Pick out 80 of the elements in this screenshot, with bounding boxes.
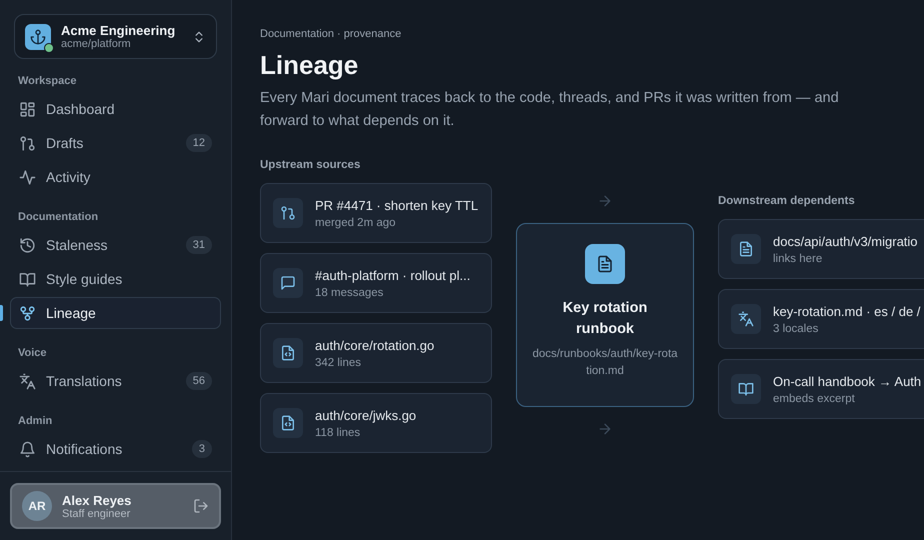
sidebar-item-label: Staleness <box>46 237 108 253</box>
count-badge: 12 <box>186 134 212 152</box>
count-badge: 3 <box>192 440 212 458</box>
sidebar-item-label: Notifications <box>46 441 124 457</box>
card-meta: 342 lines <box>315 356 362 368</box>
lineage-card[interactable]: key-rotation.md · es / de / 3 locales <box>718 289 924 349</box>
lineage-card[interactable]: PR #4471 · shorten key TTL merged 2m ago <box>260 183 492 243</box>
card-title: key-rotation.md · es / de / <box>773 304 920 318</box>
sidebar-item[interactable]: Dashboard <box>10 93 221 125</box>
sidebar-item[interactable]: Notifications 3 <box>10 433 221 465</box>
card-title: docs/api/auth/v3/migratio <box>773 234 918 248</box>
lineage-card[interactable]: auth/core/rotation.go 342 lines <box>260 323 492 383</box>
card-meta: 118 lines <box>315 426 362 438</box>
card-meta: 3 locales <box>773 322 820 334</box>
workspace-switcher[interactable]: Acme Engineering acme/platform <box>14 14 217 59</box>
section-heading: Admin <box>17 414 54 429</box>
lineage-card[interactable]: auth/core/jwks.go 118 lines <box>260 393 492 453</box>
card-meta: links here <box>773 252 824 264</box>
code-file-icon <box>280 415 296 431</box>
sidebar-item[interactable]: Drafts 12 <box>10 127 221 159</box>
card-title: auth/core/rotation.go <box>315 338 434 352</box>
lineage-card[interactable]: On-call handbook → Auth embeds excerpt <box>718 359 924 419</box>
card-meta: 18 messages <box>315 286 384 298</box>
column-heading: Downstream dependents <box>718 195 856 207</box>
user-role: Staff engineer <box>62 508 130 520</box>
lineage-card[interactable]: #auth-platform · rollout pl... 18 messages <box>260 253 492 313</box>
page-title: Lineage <box>260 50 360 81</box>
count-badge: 56 <box>186 372 212 390</box>
card-title: auth/core/jwks.go <box>315 408 416 422</box>
pull-request-icon <box>19 134 36 152</box>
anchor-icon <box>30 28 46 44</box>
arrow-right-icon <box>597 421 613 437</box>
avatar: AR <box>22 491 52 521</box>
sidebar-item[interactable]: Style guides <box>10 263 221 295</box>
dashboard-icon <box>19 100 36 118</box>
document-icon <box>596 255 614 273</box>
lineage-icon <box>19 304 36 322</box>
section-heading: Workspace <box>17 74 78 89</box>
card-title: On-call handbook → Auth <box>773 374 922 388</box>
sidebar-item[interactable]: Activity <box>10 161 221 193</box>
card-title: PR #4471 · shorten key TTL <box>315 198 478 212</box>
card-title: #auth-platform · rollout pl... <box>315 268 470 282</box>
book-icon <box>19 270 36 288</box>
document-title: Key rotation runbook <box>562 299 648 339</box>
arrow-right-icon <box>597 193 613 209</box>
count-badge: 31 <box>186 236 212 254</box>
sidebar-item-label: Dashboard <box>46 101 116 117</box>
history-icon <box>19 236 36 254</box>
sidebar-item[interactable]: Translations 56 <box>10 365 221 397</box>
logout-button[interactable] <box>193 498 209 514</box>
card-meta: embeds excerpt <box>773 392 856 404</box>
document-icon <box>738 241 754 257</box>
pull-request-icon <box>280 205 296 221</box>
document-card[interactable]: Key rotation runbook docs/runbooks/auth/key-rotation.md <box>516 223 694 407</box>
sidebar-item-label: Activity <box>46 169 92 185</box>
logout-icon <box>193 498 209 514</box>
page-description: Every Mari document traces back to the code, threads, and PRs it was written from — and forward to what depends on it. <box>260 89 840 131</box>
bell-icon <box>19 440 36 458</box>
message-icon <box>280 275 296 291</box>
user-card[interactable]: AR Alex Reyes Staff engineer <box>10 483 221 529</box>
workspace-name: Acme Engineering <box>61 23 176 38</box>
workspace-repo: acme/platform <box>61 38 132 50</box>
sidebar-item-label: Drafts <box>46 135 84 151</box>
user-name: Alex Reyes <box>62 492 132 508</box>
section-heading: Voice <box>17 346 48 361</box>
column-heading: Upstream sources <box>260 159 362 171</box>
section-heading: Documentation <box>17 210 100 225</box>
translate-icon <box>19 372 36 390</box>
sidebar-item-label: Style guides <box>46 271 124 287</box>
translate-icon <box>738 311 754 327</box>
lineage-card[interactable]: docs/api/auth/v3/migratio links here <box>718 219 924 279</box>
activity-icon <box>19 168 36 186</box>
sidebar-item[interactable]: Staleness 31 <box>10 229 221 261</box>
document-path: docs/runbooks/auth/key-rotation.md <box>531 347 679 379</box>
sidebar-item-label: Translations <box>46 373 123 389</box>
breadcrumb: Documentation · provenance <box>260 28 402 40</box>
sidebar-item-label: Lineage <box>46 305 97 321</box>
card-meta: merged 2m ago <box>315 216 397 228</box>
code-file-icon <box>280 345 296 361</box>
book-icon <box>738 381 754 397</box>
